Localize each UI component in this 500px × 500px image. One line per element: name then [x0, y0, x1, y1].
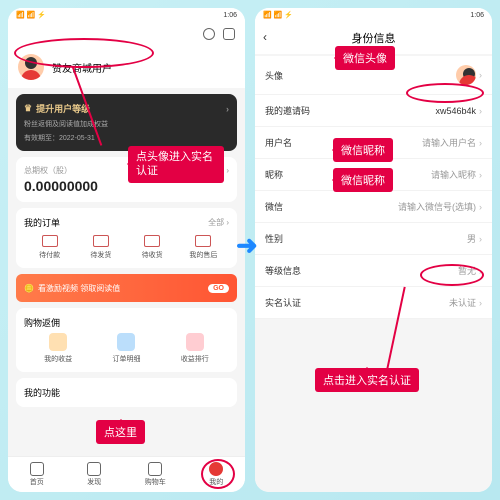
row-gender[interactable]: 性别男› — [255, 223, 492, 255]
username: 赞友商城用户 — [52, 60, 112, 75]
user-row[interactable]: 赞友商城用户 — [8, 46, 245, 88]
coin-icon: 🪙 — [24, 284, 34, 293]
nav-cart[interactable]: 购物车 — [145, 462, 166, 487]
phone-left: 📶 📶 ⚡1:06 赞友商城用户 ♛提升用户等级› 粉丝返佣及阅读值加成权益 有… — [8, 8, 245, 492]
order-pending-ship[interactable]: 待发货 — [75, 235, 126, 260]
rebate-card: 购物返佣 我的收益 订单明细 收益排行 — [16, 308, 237, 372]
row-nickname[interactable]: 昵称请输入昵称› — [255, 159, 492, 191]
back-icon[interactable]: ‹ — [263, 30, 267, 44]
upgrade-card[interactable]: ♛提升用户等级› 粉丝返佣及阅读值加成权益 有效期至：2022-05-31 — [16, 94, 237, 151]
phone-right: 📶 📶 ⚡1:06 ‹ 身份信息 头像› 我的邀请码xw546b4k› 用户名请… — [255, 8, 492, 492]
chat-icon[interactable] — [203, 28, 215, 40]
info-list: 头像› 我的邀请码xw546b4k› 用户名请输入用户名› 昵称请输入昵称› 微… — [255, 56, 492, 319]
app-home: 赞友商城用户 ♛提升用户等级› 粉丝返佣及阅读值加成权益 有效期至：2022-0… — [8, 22, 245, 492]
avatar[interactable] — [18, 54, 44, 80]
row-wechat[interactable]: 微信请输入微信号(选填)› — [255, 191, 492, 223]
order-pending-pay[interactable]: 待付款 — [24, 235, 75, 260]
go-button[interactable]: GO — [208, 284, 229, 293]
order-aftersale[interactable]: 我的售后 — [178, 235, 229, 260]
nav-home[interactable]: 首页 — [30, 462, 44, 487]
scan-icon[interactable] — [223, 28, 235, 40]
status-bar: 📶 📶 ⚡1:06 — [255, 8, 492, 22]
crown-icon: ♛ — [24, 103, 32, 114]
row-realname[interactable]: 实名认证未认证› — [255, 287, 492, 319]
page-header: ‹ 身份信息 — [255, 22, 492, 54]
transition-arrow: ➜ — [236, 230, 258, 261]
page-title: 身份信息 — [352, 33, 396, 45]
order-pending-recv[interactable]: 待收货 — [127, 235, 178, 260]
nav-mine[interactable]: 我的 — [209, 462, 223, 487]
row-level[interactable]: 等级信息暂无› — [255, 255, 492, 287]
equity-value: 0.00000000 — [24, 178, 229, 194]
video-banner[interactable]: 🪙 看激励视频 领取阅读值 GO — [16, 274, 237, 302]
row-avatar[interactable]: 头像› — [255, 56, 492, 95]
rebate-income[interactable]: 我的收益 — [44, 333, 72, 364]
status-bar: 📶 📶 ⚡1:06 — [8, 8, 245, 22]
func-card: 我的功能 — [16, 378, 237, 407]
rebate-detail[interactable]: 订单明细 — [112, 333, 140, 364]
avatar-small — [456, 65, 476, 85]
row-username[interactable]: 用户名请输入用户名› — [255, 127, 492, 159]
rebate-rank[interactable]: 收益排行 — [181, 333, 209, 364]
equity-card: 总期权（股）明细 › 0.00000000 — [16, 157, 237, 202]
nav-discover[interactable]: 发现 — [87, 462, 101, 487]
bottom-nav: 首页 发现 购物车 我的 — [8, 456, 245, 492]
row-invite[interactable]: 我的邀请码xw546b4k› — [255, 95, 492, 127]
orders-card: 我的订单全部 › 待付款 待发货 待收货 我的售后 — [16, 208, 237, 268]
